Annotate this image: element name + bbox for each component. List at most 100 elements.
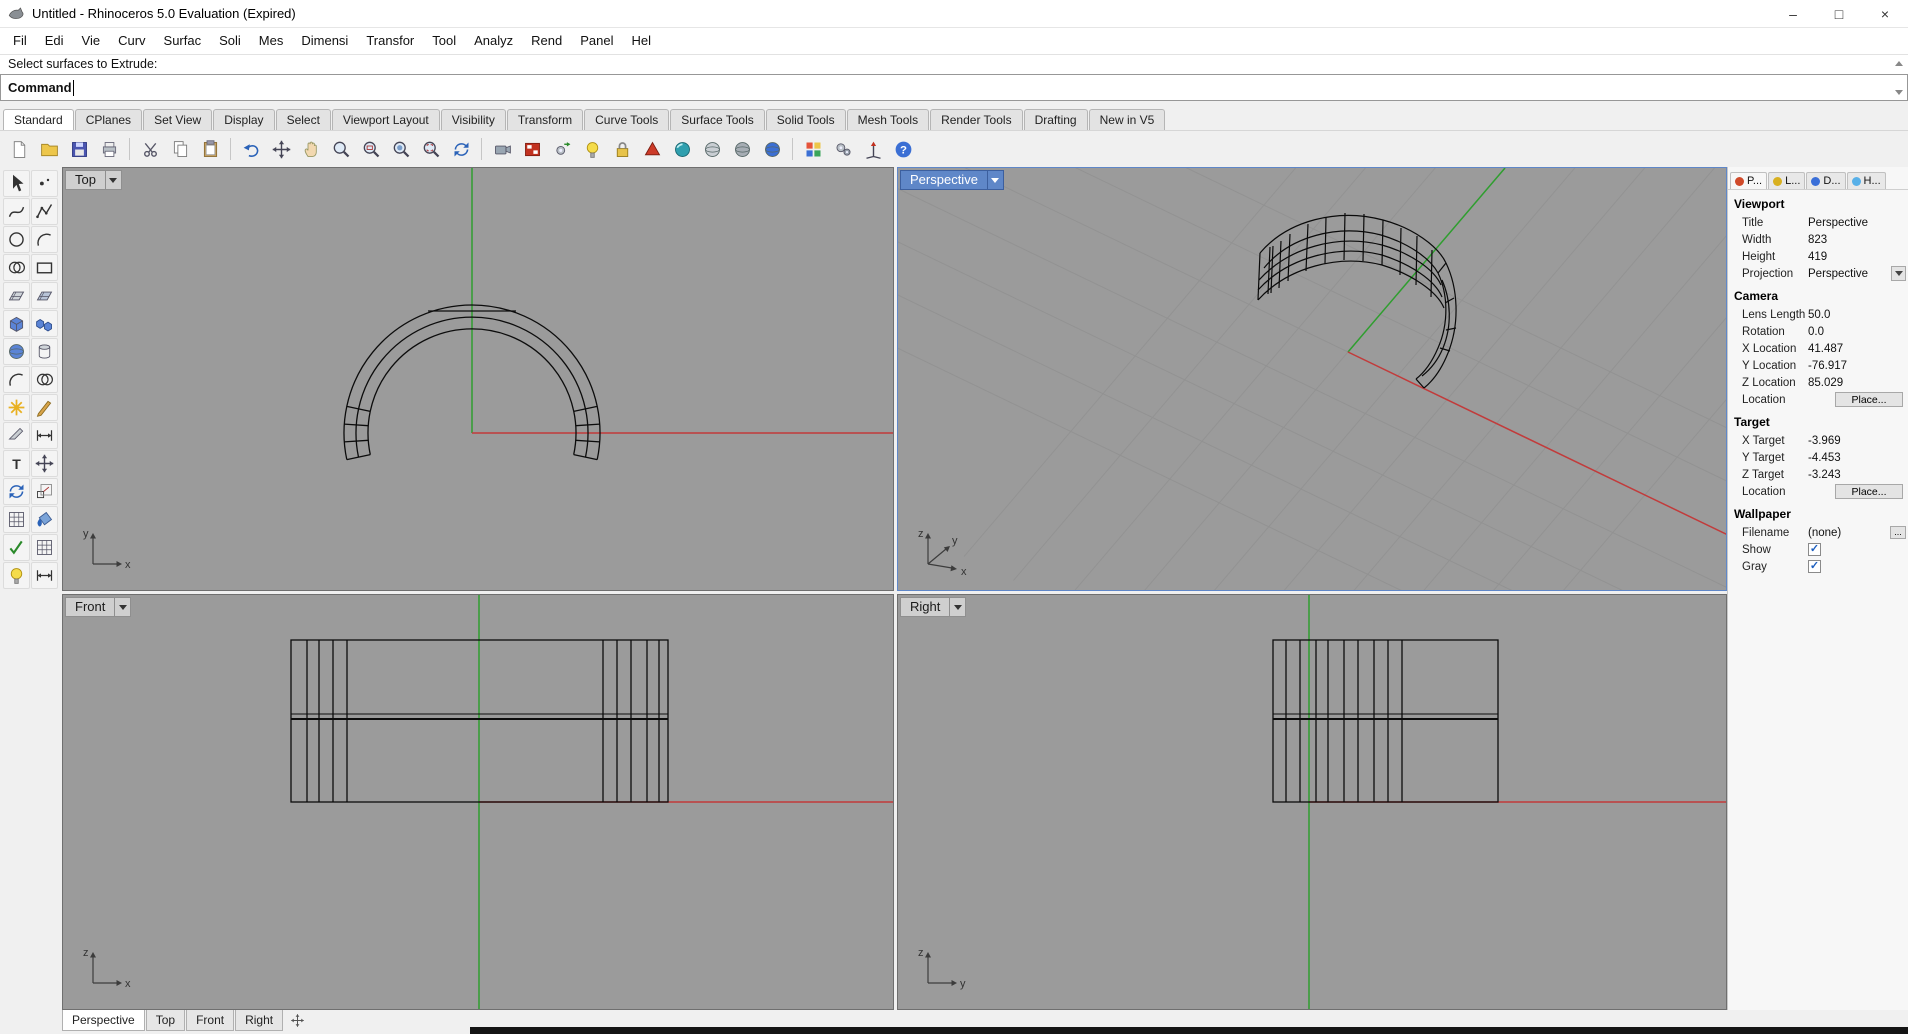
layers-tab[interactable]: L... xyxy=(1768,172,1805,189)
rotate-view-button[interactable] xyxy=(447,135,475,163)
grid-snap-tool[interactable] xyxy=(31,534,58,561)
ellipse-tool[interactable] xyxy=(3,254,30,281)
polyline-tool[interactable] xyxy=(31,198,58,225)
maximize-button[interactable]: □ xyxy=(1816,0,1862,27)
sphere-tool[interactable] xyxy=(3,338,30,365)
menu-item[interactable]: Fil xyxy=(4,28,36,54)
ribbon-tab[interactable]: Mesh Tools xyxy=(847,109,929,130)
menu-item[interactable]: Rend xyxy=(522,28,571,54)
menu-item[interactable]: Surfac xyxy=(155,28,211,54)
show-checkbox[interactable]: ✓ xyxy=(1808,543,1821,556)
light-button[interactable] xyxy=(578,135,606,163)
ribbon-tab[interactable]: Display xyxy=(213,109,274,130)
check-tool[interactable] xyxy=(3,534,30,561)
move-tool[interactable] xyxy=(31,450,58,477)
viewport-front[interactable]: Front z x xyxy=(62,594,894,1010)
close-button[interactable]: × xyxy=(1862,0,1908,27)
loft-tool[interactable] xyxy=(31,282,58,309)
circle-tool[interactable] xyxy=(3,226,30,253)
render-button[interactable] xyxy=(518,135,546,163)
viewport-tab[interactable]: Front xyxy=(186,1010,234,1031)
undo-button[interactable] xyxy=(237,135,265,163)
scroll-down-icon[interactable] xyxy=(1895,90,1903,99)
prop-value[interactable]: 419 xyxy=(1808,251,1827,263)
menu-item[interactable]: Transfor xyxy=(357,28,423,54)
measure-tool[interactable] xyxy=(31,562,58,589)
ribbon-tab[interactable]: Standard xyxy=(3,109,74,130)
menu-item[interactable]: Panel xyxy=(571,28,622,54)
menu-item[interactable]: Edi xyxy=(36,28,73,54)
gray-checkbox[interactable]: ✓ xyxy=(1808,560,1821,573)
move-button[interactable] xyxy=(267,135,295,163)
viewport-menu-arrow[interactable] xyxy=(106,170,122,190)
shaded-view-button[interactable] xyxy=(668,135,696,163)
help-tab[interactable]: H... xyxy=(1847,172,1886,189)
xray-view-button[interactable] xyxy=(728,135,756,163)
pencil-tool[interactable] xyxy=(31,394,58,421)
box-tool[interactable] xyxy=(3,310,30,337)
zoom-dynamic-button[interactable] xyxy=(327,135,355,163)
select-tool[interactable] xyxy=(3,170,30,197)
ribbon-tab[interactable]: Render Tools xyxy=(930,109,1023,130)
browse-wallpaper-button[interactable]: ... xyxy=(1890,526,1906,539)
scale-tool[interactable] xyxy=(31,478,58,505)
cylinder-tool[interactable] xyxy=(31,338,58,365)
history-button[interactable] xyxy=(548,135,576,163)
pan-view-button[interactable] xyxy=(297,135,325,163)
rendered-view-button[interactable] xyxy=(758,135,786,163)
menu-item[interactable]: Hel xyxy=(622,28,660,54)
prop-value[interactable]: 0.0 xyxy=(1808,326,1824,338)
display-tab[interactable]: D... xyxy=(1806,172,1845,189)
prop-value[interactable]: 85.029 xyxy=(1808,377,1843,389)
array-tool[interactable] xyxy=(3,506,30,533)
knife-tool[interactable] xyxy=(3,422,30,449)
menu-item[interactable]: Soli xyxy=(210,28,250,54)
ribbon-tab[interactable]: New in V5 xyxy=(1089,109,1166,130)
curve-tool[interactable] xyxy=(3,198,30,225)
viewport-tab[interactable]: Right xyxy=(235,1010,283,1031)
rotate-tool[interactable] xyxy=(3,478,30,505)
viewport-tab[interactable]: Top xyxy=(146,1010,185,1031)
command-scroll[interactable] xyxy=(1893,57,1905,99)
options-button[interactable] xyxy=(829,135,857,163)
viewport-menu-arrow[interactable] xyxy=(950,597,966,617)
surface-tool[interactable] xyxy=(3,282,30,309)
ghosted-view-button[interactable] xyxy=(698,135,726,163)
prop-value[interactable]: -3.969 xyxy=(1808,435,1841,447)
ribbon-tab[interactable]: Select xyxy=(276,109,331,130)
properties-tab[interactable]: P... xyxy=(1730,172,1767,189)
point-tool[interactable] xyxy=(31,170,58,197)
menu-item[interactable]: Mes xyxy=(250,28,293,54)
dimension-tool[interactable] xyxy=(31,422,58,449)
ribbon-tab[interactable]: Transform xyxy=(507,109,583,130)
ribbon-tab[interactable]: Set View xyxy=(143,109,212,130)
zoom-window-button[interactable] xyxy=(357,135,385,163)
menu-item[interactable]: Dimensi xyxy=(292,28,357,54)
viewport-title[interactable]: Front xyxy=(65,597,115,617)
help-button[interactable]: ? xyxy=(889,135,917,163)
menu-item[interactable]: Tool xyxy=(423,28,465,54)
scroll-up-icon[interactable] xyxy=(1895,57,1903,66)
viewport-menu-arrow[interactable] xyxy=(115,597,131,617)
prop-value[interactable]: Perspective xyxy=(1808,268,1868,280)
solid-tools[interactable] xyxy=(31,310,58,337)
viewport-top[interactable]: Top y x xyxy=(62,167,894,591)
ribbon-tab[interactable]: CPlanes xyxy=(75,109,142,130)
paste-button[interactable] xyxy=(196,135,224,163)
lamp-tool[interactable] xyxy=(3,562,30,589)
menu-item[interactable]: Vie xyxy=(73,28,110,54)
viewport-menu-arrow[interactable] xyxy=(988,170,1004,190)
fillet-tool[interactable] xyxy=(3,366,30,393)
viewport-perspective[interactable]: Perspective z y x xyxy=(897,167,1727,591)
new-file-button[interactable] xyxy=(5,135,33,163)
open-file-button[interactable] xyxy=(35,135,63,163)
prop-value[interactable]: (none) xyxy=(1808,527,1841,539)
viewport-title[interactable]: Right xyxy=(900,597,950,617)
prop-value[interactable]: -76.917 xyxy=(1808,360,1847,372)
ribbon-tab[interactable]: Solid Tools xyxy=(766,109,846,130)
zoom-extents-button[interactable] xyxy=(417,135,445,163)
rectangle-tool[interactable] xyxy=(31,254,58,281)
print-button[interactable] xyxy=(95,135,123,163)
boolean-tool[interactable] xyxy=(31,366,58,393)
prop-value[interactable]: 41.487 xyxy=(1808,343,1843,355)
